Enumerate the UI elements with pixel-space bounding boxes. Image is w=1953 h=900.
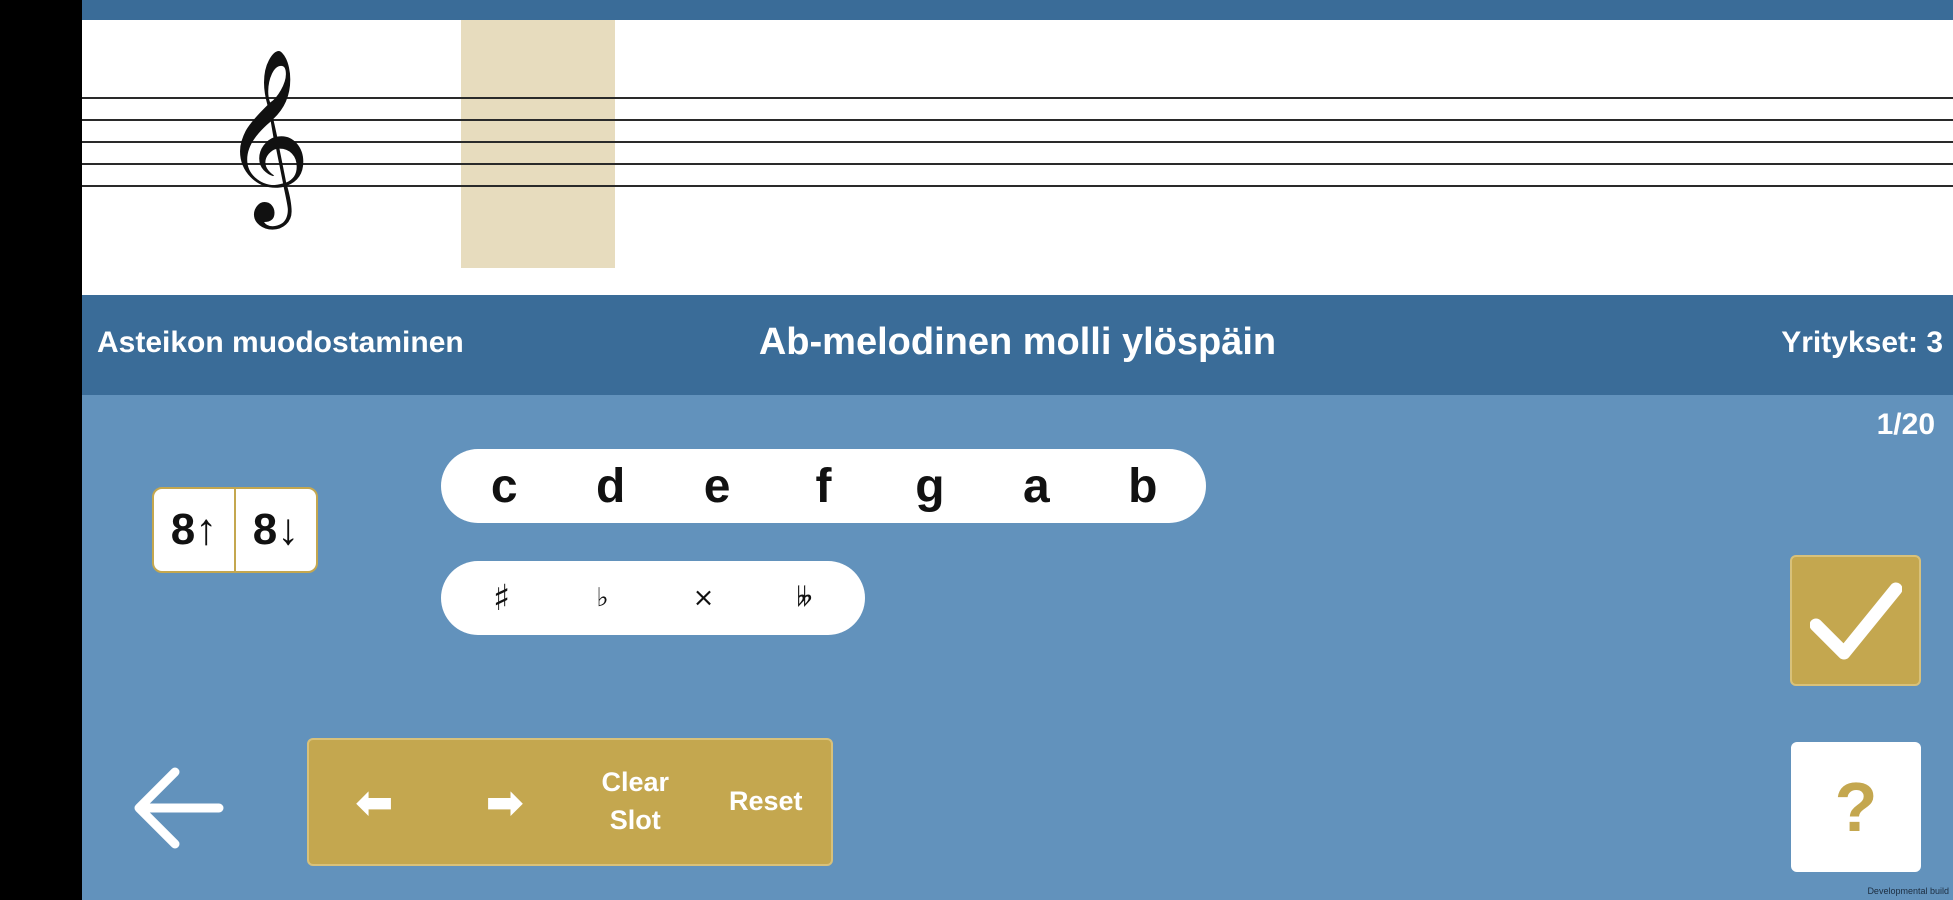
staff-line [82, 141, 1953, 143]
flat-button[interactable]: ♭ [563, 583, 643, 613]
sharp-button[interactable]: ♯ [462, 578, 542, 619]
octave-up-button[interactable]: 8↑ [154, 489, 234, 571]
staff-line [82, 163, 1953, 165]
staff-line [82, 119, 1953, 121]
octave-down-button[interactable]: 8↓ [234, 489, 316, 571]
note-selector: c d e f g a b [441, 449, 1206, 523]
reset-button[interactable]: Reset [701, 740, 832, 864]
note-button-d[interactable]: d [571, 459, 651, 514]
edit-toolbar: ⬅ ➡ Clear Slot Reset [307, 738, 833, 866]
move-right-button[interactable]: ➡ [440, 740, 571, 864]
check-icon [1809, 582, 1902, 659]
music-staff: 𝄞 [82, 20, 1953, 295]
note-button-b[interactable]: b [1103, 459, 1183, 514]
exercise-type-label: Asteikon muodostaminen [97, 326, 464, 359]
progress-counter: 1/20 [1876, 408, 1935, 441]
staff-line [82, 97, 1953, 99]
build-note: Developmental build [1867, 886, 1949, 896]
double-sharp-button[interactable]: × [664, 583, 744, 613]
title-bar: Ab-melodinen molli ylöspäin Asteikon muo… [82, 295, 1953, 395]
move-left-button[interactable]: ⬅ [309, 740, 440, 864]
note-button-f[interactable]: f [783, 459, 863, 514]
check-answer-button[interactable] [1790, 555, 1921, 686]
left-black-bar [0, 0, 82, 900]
active-note-slot[interactable] [461, 20, 615, 268]
double-flat-button[interactable]: 𝄫 [765, 583, 845, 614]
note-button-a[interactable]: a [996, 459, 1076, 514]
clear-slot-button[interactable]: Clear Slot [570, 740, 701, 864]
app-window: 𝄞 Ab-melodinen molli ylöspäin Asteikon m… [82, 0, 1953, 900]
note-button-c[interactable]: c [464, 459, 544, 514]
treble-clef-icon: 𝄞 [222, 48, 311, 222]
note-button-g[interactable]: g [890, 459, 970, 514]
back-button[interactable] [122, 755, 232, 860]
accidental-selector: ♯ ♭ × 𝄫 [441, 561, 865, 635]
note-button-e[interactable]: e [677, 459, 757, 514]
help-button[interactable]: ? [1791, 742, 1921, 872]
back-arrow-icon [134, 767, 224, 848]
staff-line [82, 185, 1953, 187]
octave-button-group: 8↑ 8↓ [152, 487, 318, 573]
attempts-counter: Yritykset: 3 [1781, 326, 1943, 359]
top-strip [82, 0, 1953, 20]
